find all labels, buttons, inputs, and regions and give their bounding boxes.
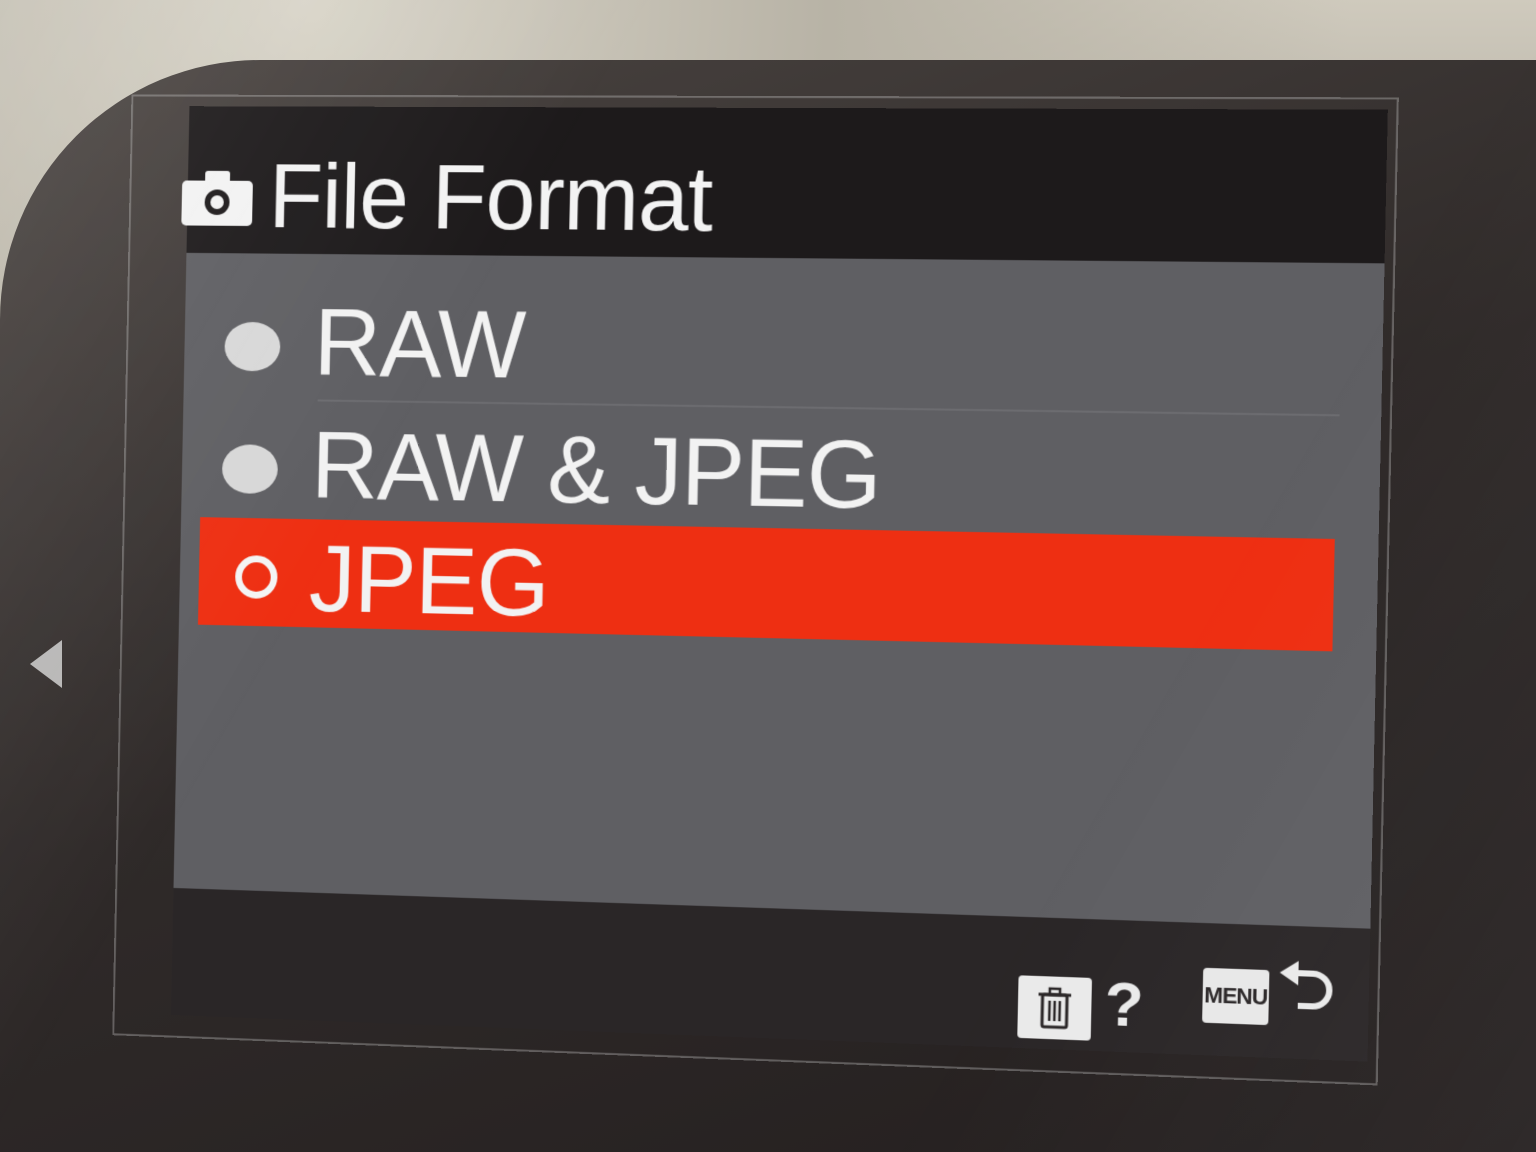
camera-lcd-screen: File Format RAW RAW & JPEG JPEG ? MENU [171, 106, 1388, 1061]
page-title: File Format [268, 146, 713, 253]
radio-button-selected[interactable] [235, 555, 278, 599]
file-format-options: RAW RAW & JPEG JPEG [174, 253, 1385, 929]
help-label: ? [1104, 968, 1144, 1041]
trash-icon [1017, 975, 1092, 1040]
option-raw[interactable]: RAW [203, 282, 1342, 406]
option-raw-jpeg[interactable]: RAW & JPEG [200, 405, 1339, 534]
option-label: JPEG [308, 525, 550, 639]
option-jpeg[interactable]: JPEG [198, 517, 1335, 651]
menu-header: File Format [186, 106, 1387, 263]
radio-button[interactable] [224, 322, 281, 372]
menu-button[interactable]: MENU [1202, 968, 1269, 1025]
left-arrow-icon [30, 640, 62, 688]
camera-icon [177, 167, 257, 228]
radio-button[interactable] [222, 444, 279, 494]
delete-button[interactable] [1017, 975, 1092, 1040]
option-label: RAW [313, 289, 526, 400]
return-arrow-icon[interactable] [1275, 956, 1339, 1024]
option-label: RAW & JPEG [310, 412, 882, 531]
